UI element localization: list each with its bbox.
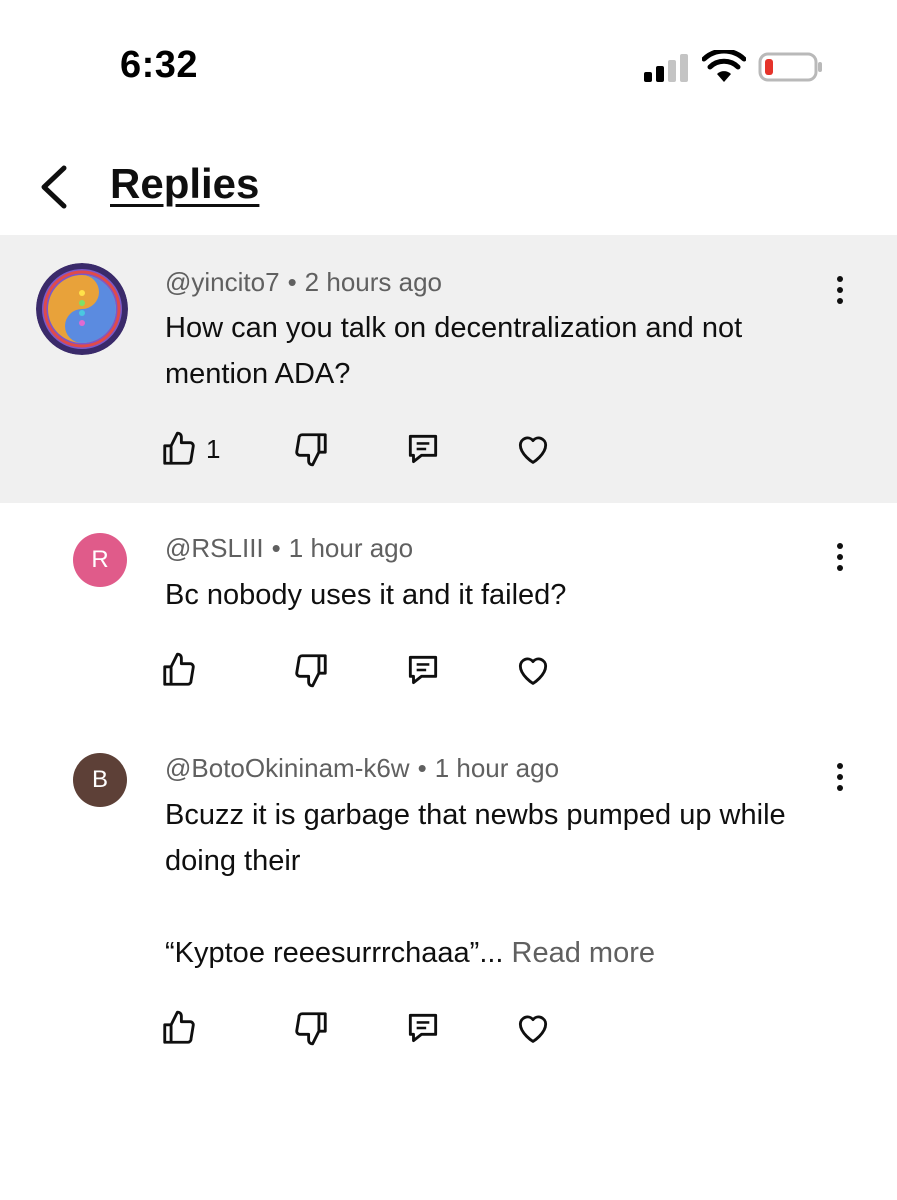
comment-item: @yincito7 • 2 hours ago How can you talk o… <box>0 235 897 503</box>
comment-text-line: “Kyptoe reeesurrrchaaa”... Read more <box>165 930 845 976</box>
comment-text-quote: “Kyptoe reeesurrrchaaa”... <box>165 937 504 969</box>
dislike-button[interactable] <box>292 1006 330 1050</box>
thumbs-up-icon <box>163 1010 195 1044</box>
wifi-icon <box>702 50 746 82</box>
read-more-link[interactable]: Read more <box>512 937 655 969</box>
heart-icon <box>518 436 548 464</box>
comment-time: 1 hour ago <box>288 533 414 563</box>
chevron-left-icon[interactable] <box>32 162 76 212</box>
header: Replies <box>0 140 897 234</box>
battery-low-icon <box>758 52 822 82</box>
thumbs-down-icon <box>295 433 327 467</box>
comment-item: B @BotoOkininam-k6w • 1 hour ago Bcuzz it … <box>0 723 897 1083</box>
more-vertical-icon[interactable] <box>826 270 854 310</box>
heart-button[interactable] <box>514 648 552 692</box>
heart-button[interactable] <box>514 427 552 471</box>
comment-author[interactable]: @yincito7 <box>165 267 280 297</box>
thumbs-down-icon <box>295 1012 327 1046</box>
comment-text: Bc nobody uses it and it failed? <box>165 579 567 611</box>
avatar[interactable]: R <box>73 533 127 587</box>
more-vertical-icon[interactable] <box>826 537 854 577</box>
thumbs-up-icon <box>163 431 195 465</box>
reply-comment-icon <box>408 1013 438 1043</box>
comment-item: R @RSLIII • 1 hour ago Bc nobody uses it a… <box>0 503 897 723</box>
comment-time: 1 hour ago <box>434 753 560 783</box>
status-time: 6:32 <box>120 44 199 86</box>
reply-comment-icon <box>408 655 438 685</box>
page-title: Replies <box>110 160 260 207</box>
comment-author[interactable]: @BotoOkininam-k6w <box>165 753 410 783</box>
reply-comment-icon <box>408 434 438 464</box>
reply-button[interactable] <box>404 648 442 692</box>
comment-actions <box>160 1006 580 1050</box>
heart-icon <box>518 657 548 685</box>
thumbs-down-icon <box>295 654 327 688</box>
comment-text: How can you talk on decentralization and… <box>165 312 743 390</box>
comment-meta: @BotoOkininam-k6w • 1 hour ago <box>165 753 559 784</box>
heart-icon <box>518 1015 548 1043</box>
comment-text-line: Bcuzz it is garbage that newbs pumped up… <box>165 799 786 877</box>
meta-separator: • <box>287 267 297 297</box>
avatar-image <box>36 263 128 355</box>
like-count: 1 <box>206 433 221 464</box>
meta-separator: • <box>271 533 281 563</box>
comment-actions <box>160 648 580 692</box>
status-bar: 6:32 <box>0 0 897 130</box>
heart-button[interactable] <box>514 1006 552 1050</box>
avatar[interactable] <box>36 263 128 355</box>
like-button[interactable]: 1 <box>160 427 220 471</box>
meta-separator: • <box>417 753 427 783</box>
dislike-button[interactable] <box>292 648 330 692</box>
comment-text: Bcuzz it is garbage that newbs pumped up… <box>165 792 845 976</box>
comment-time: 2 hours ago <box>304 267 442 297</box>
comment-author[interactable]: @RSLIII <box>165 533 264 563</box>
comment-meta: @yincito7 • 2 hours ago <box>165 267 442 298</box>
more-vertical-icon[interactable] <box>826 757 854 797</box>
reply-button[interactable] <box>404 1006 442 1050</box>
comment-meta: @RSLIII • 1 hour ago <box>165 533 413 564</box>
thumbs-up-icon <box>163 652 195 686</box>
comment-actions: 1 <box>160 427 580 471</box>
like-button[interactable] <box>160 648 198 692</box>
reply-button[interactable] <box>404 427 442 471</box>
signal-icon <box>644 54 688 82</box>
dislike-button[interactable] <box>292 427 330 471</box>
like-button[interactable] <box>160 1006 198 1050</box>
avatar[interactable]: B <box>73 753 127 807</box>
